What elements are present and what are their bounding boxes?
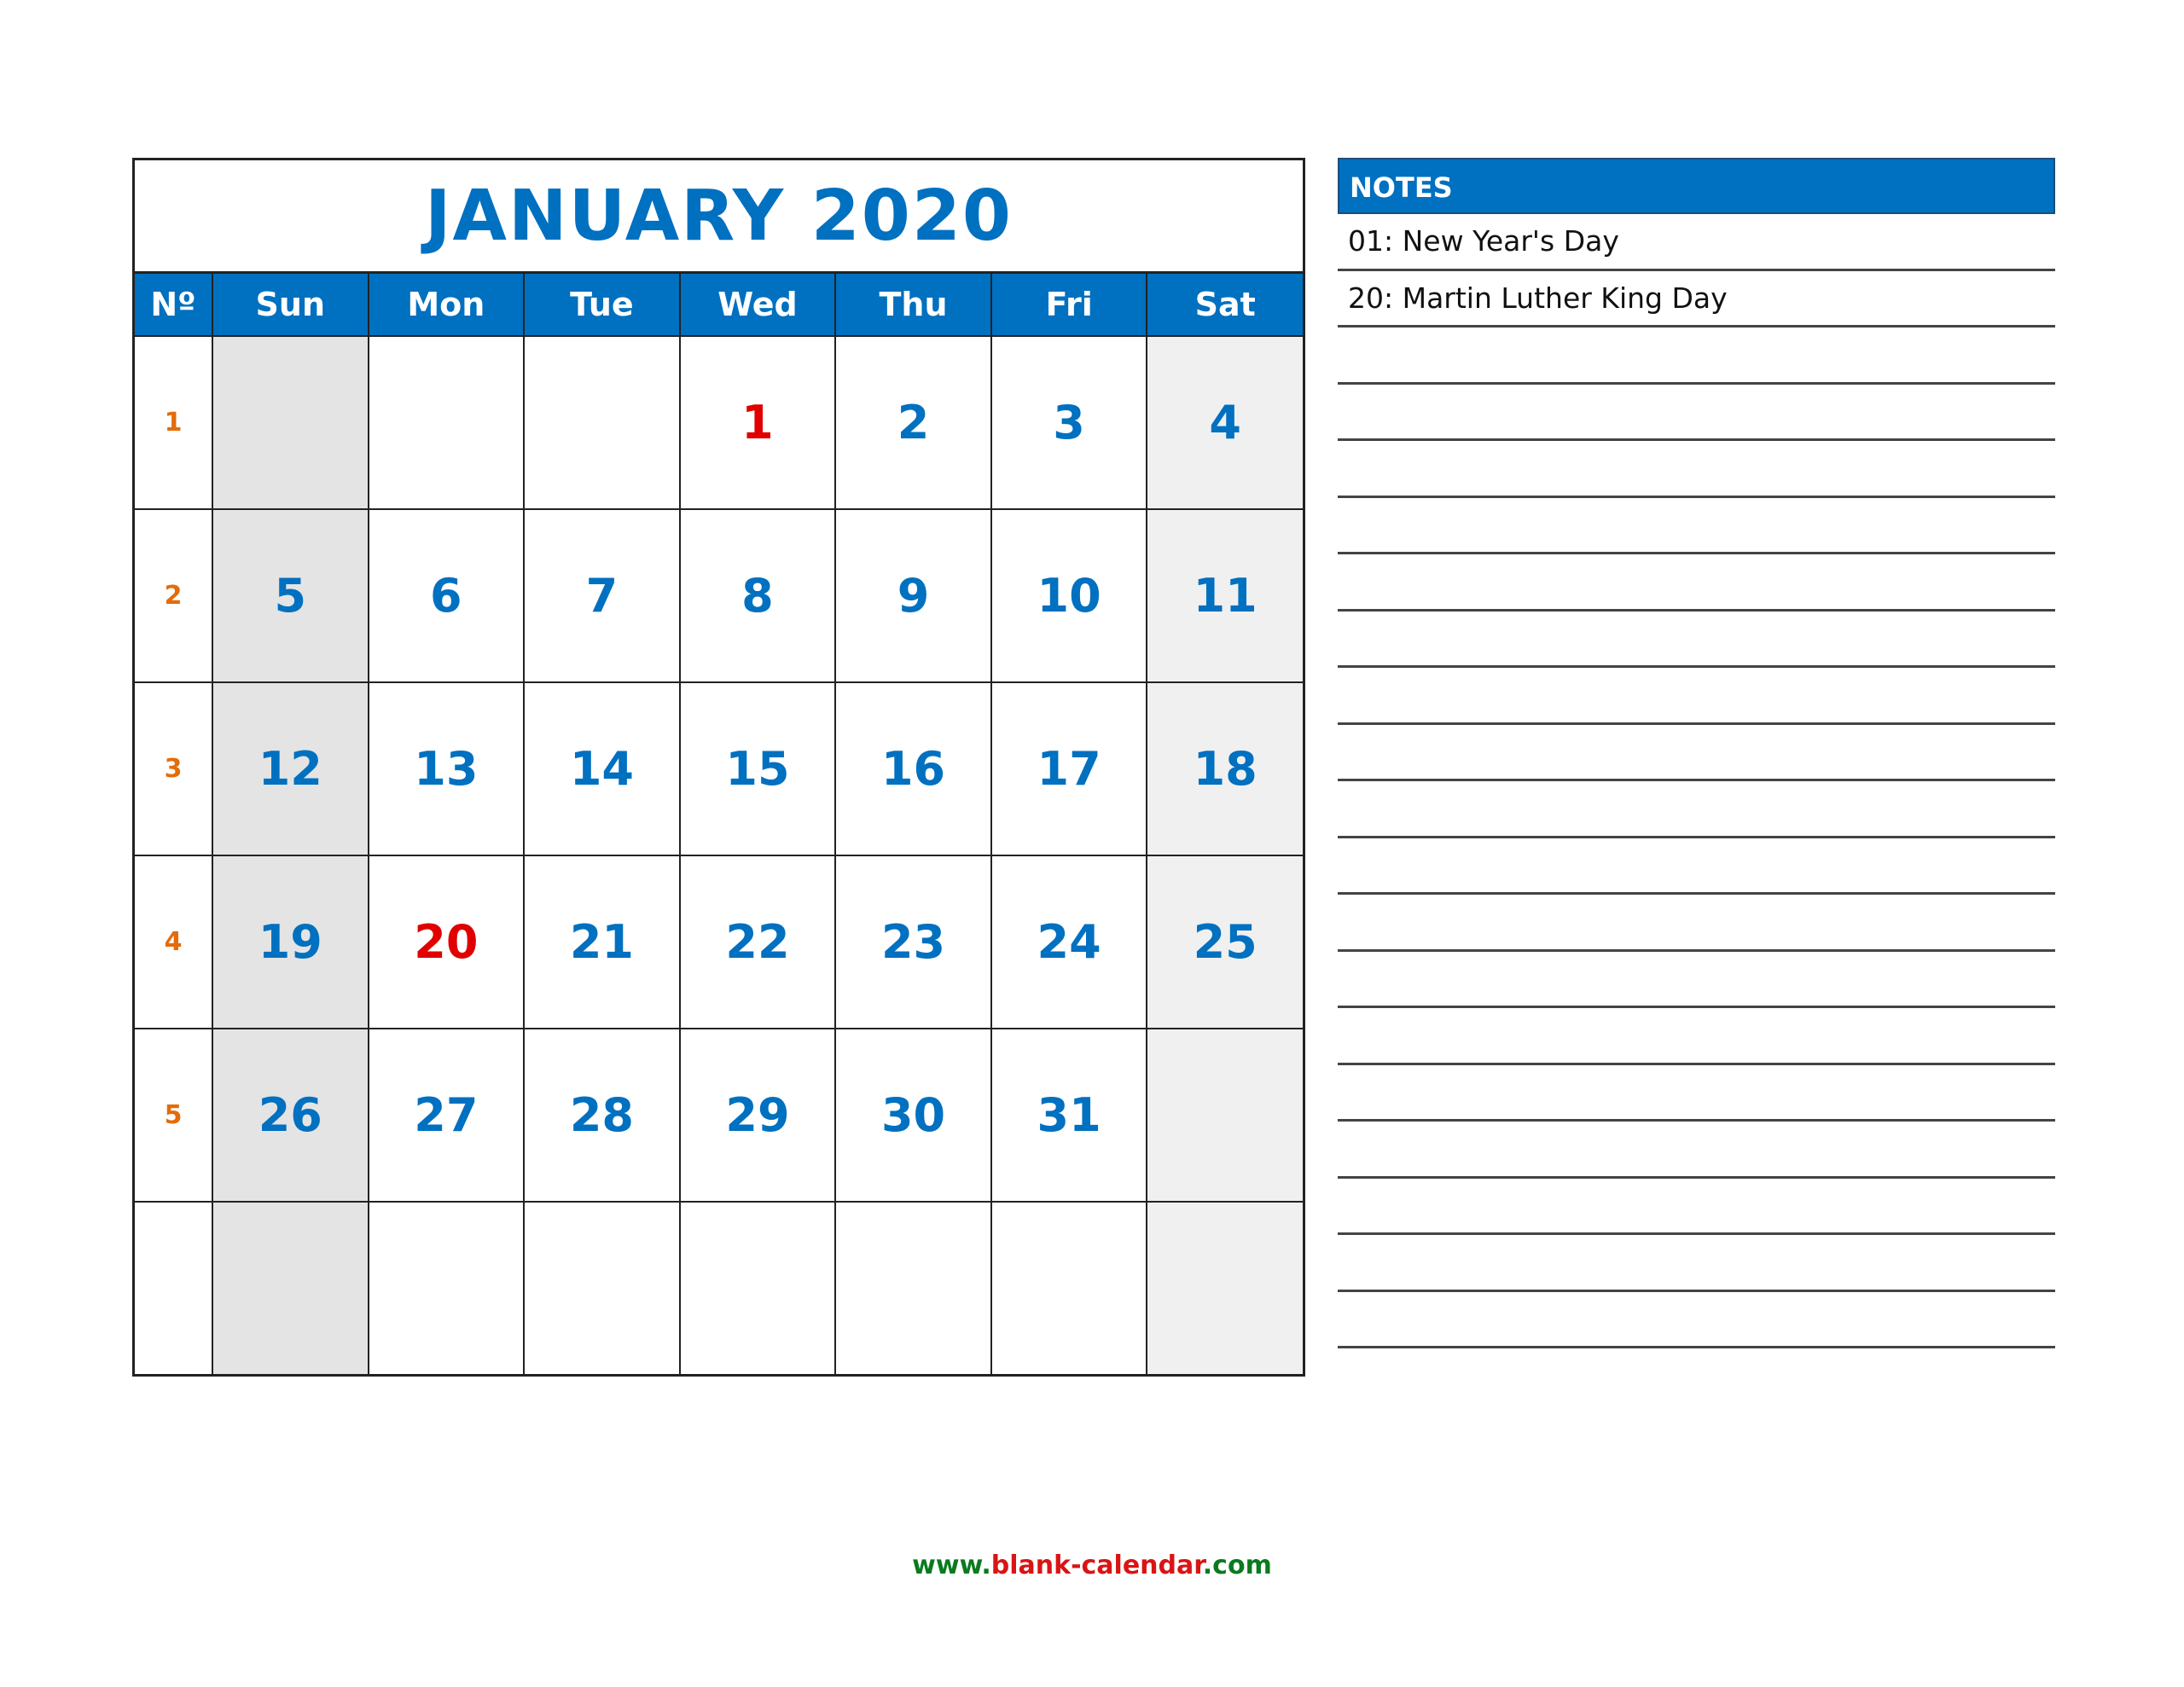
week-row: 4 19 20 21 22 23 24 25 bbox=[135, 855, 1303, 1029]
empty-day-cell[interactable] bbox=[523, 1201, 681, 1374]
footer-url[interactable]: www.blank-calendar.com bbox=[0, 1551, 2184, 1580]
empty-day-cell[interactable] bbox=[212, 335, 369, 510]
day-cell[interactable]: 10 bbox=[990, 508, 1148, 683]
note-line[interactable] bbox=[1338, 1179, 2055, 1235]
week-number: 2 bbox=[135, 508, 213, 683]
note-line[interactable] bbox=[1338, 1122, 2055, 1179]
note-line[interactable] bbox=[1338, 1065, 2055, 1122]
empty-day-cell[interactable] bbox=[523, 335, 681, 510]
day-header-sat: Sat bbox=[1146, 274, 1303, 337]
note-line[interactable] bbox=[1338, 328, 2055, 385]
day-header-sun: Sun bbox=[212, 274, 369, 337]
day-cell[interactable]: 11 bbox=[1146, 508, 1303, 683]
day-cell[interactable]: 9 bbox=[834, 508, 992, 683]
footer-prefix: www. bbox=[912, 1551, 991, 1580]
footer-suffix: .com bbox=[1202, 1551, 1272, 1580]
day-cell[interactable]: 8 bbox=[678, 508, 837, 683]
day-cell[interactable]: 20 bbox=[367, 855, 526, 1029]
day-header-tue: Tue bbox=[523, 274, 681, 337]
note-line[interactable] bbox=[1338, 838, 2055, 895]
week-row bbox=[135, 1201, 1303, 1374]
notes-title: NOTES bbox=[1338, 158, 2055, 214]
calendar: JANUARY 2020 Nº Sun Mon Tue Wed Thu Fri Sat 112… bbox=[132, 158, 1305, 1377]
day-cell[interactable]: 5 bbox=[212, 508, 369, 683]
note-line[interactable] bbox=[1338, 385, 2055, 441]
empty-day-cell[interactable] bbox=[990, 1201, 1148, 1374]
week-number bbox=[135, 1201, 213, 1374]
footer-name: blank-calendar bbox=[990, 1551, 1203, 1580]
week-number: 4 bbox=[135, 855, 213, 1029]
day-cell[interactable]: 23 bbox=[834, 855, 992, 1029]
note-line[interactable] bbox=[1338, 441, 2055, 498]
note-line[interactable]: 01: New Year's Day bbox=[1338, 214, 2055, 271]
note-line[interactable]: 20: Martin Luther King Day bbox=[1338, 271, 2055, 328]
day-header-fri: Fri bbox=[990, 274, 1148, 337]
day-cell[interactable]: 29 bbox=[678, 1028, 837, 1203]
day-cell[interactable]: 21 bbox=[523, 855, 681, 1029]
day-cell[interactable]: 15 bbox=[678, 681, 837, 856]
day-header-mon: Mon bbox=[367, 274, 526, 337]
note-line[interactable] bbox=[1338, 498, 2055, 554]
day-cell[interactable]: 28 bbox=[523, 1028, 681, 1203]
empty-day-cell[interactable] bbox=[1146, 1028, 1303, 1203]
day-cell[interactable]: 4 bbox=[1146, 335, 1303, 510]
note-line[interactable] bbox=[1338, 781, 2055, 838]
note-line[interactable] bbox=[1338, 952, 2055, 1008]
day-cell[interactable]: 13 bbox=[367, 681, 526, 856]
day-cell[interactable]: 17 bbox=[990, 681, 1148, 856]
day-cell[interactable]: 14 bbox=[523, 681, 681, 856]
day-cell[interactable]: 7 bbox=[523, 508, 681, 683]
day-cell[interactable]: 6 bbox=[367, 508, 526, 683]
empty-day-cell[interactable] bbox=[834, 1201, 992, 1374]
day-cell[interactable]: 2 bbox=[834, 335, 992, 510]
day-cell[interactable]: 30 bbox=[834, 1028, 992, 1203]
week-number-header: Nº bbox=[135, 274, 213, 337]
day-cell[interactable]: 1 bbox=[678, 335, 837, 510]
empty-day-cell[interactable] bbox=[678, 1201, 837, 1374]
note-line[interactable] bbox=[1338, 1235, 2055, 1292]
note-line[interactable] bbox=[1338, 725, 2055, 781]
week-number: 5 bbox=[135, 1028, 213, 1203]
day-cell[interactable]: 3 bbox=[990, 335, 1148, 510]
week-row: 11234 bbox=[135, 335, 1303, 510]
empty-day-cell[interactable] bbox=[367, 1201, 526, 1374]
note-line[interactable] bbox=[1338, 1292, 2055, 1348]
day-header-wed: Wed bbox=[678, 274, 837, 337]
week-row: 2 5 6 7 8 9 10 11 bbox=[135, 508, 1303, 683]
week-row: 5 26 27 28 29 30 31 bbox=[135, 1028, 1303, 1203]
day-cell[interactable]: 27 bbox=[367, 1028, 526, 1203]
day-cell[interactable]: 12 bbox=[212, 681, 369, 856]
week-number: 3 bbox=[135, 681, 213, 856]
note-line[interactable] bbox=[1338, 668, 2055, 725]
month-title: JANUARY 2020 bbox=[135, 160, 1303, 274]
note-line[interactable] bbox=[1338, 554, 2055, 612]
empty-day-cell[interactable] bbox=[367, 335, 526, 510]
empty-day-cell[interactable] bbox=[212, 1201, 369, 1374]
day-header-thu: Thu bbox=[834, 274, 992, 337]
day-cell[interactable]: 22 bbox=[678, 855, 837, 1029]
week-number: 1 bbox=[135, 335, 213, 510]
day-cell[interactable]: 31 bbox=[990, 1028, 1148, 1203]
day-cell[interactable]: 25 bbox=[1146, 855, 1303, 1029]
note-line[interactable] bbox=[1338, 895, 2055, 952]
day-cell[interactable]: 24 bbox=[990, 855, 1148, 1029]
calendar-grid: Nº Sun Mon Tue Wed Thu Fri Sat 1 1 2 3 4 2 5 6 7 8 9 10 11 3… bbox=[135, 274, 1303, 1374]
notes-panel: NOTES 01: New Year's Day 20: Martin Luthe… bbox=[1338, 158, 2055, 1348]
week-row: 3 12 13 14 15 16 17 18 bbox=[135, 681, 1303, 856]
day-cell[interactable]: 16 bbox=[834, 681, 992, 856]
empty-day-cell[interactable] bbox=[1146, 1201, 1303, 1374]
day-cell[interactable]: 18 bbox=[1146, 681, 1303, 856]
day-cell[interactable]: 19 bbox=[212, 855, 369, 1029]
note-line[interactable] bbox=[1338, 1008, 2055, 1065]
note-line[interactable] bbox=[1338, 612, 2055, 668]
day-cell[interactable]: 26 bbox=[212, 1028, 369, 1203]
